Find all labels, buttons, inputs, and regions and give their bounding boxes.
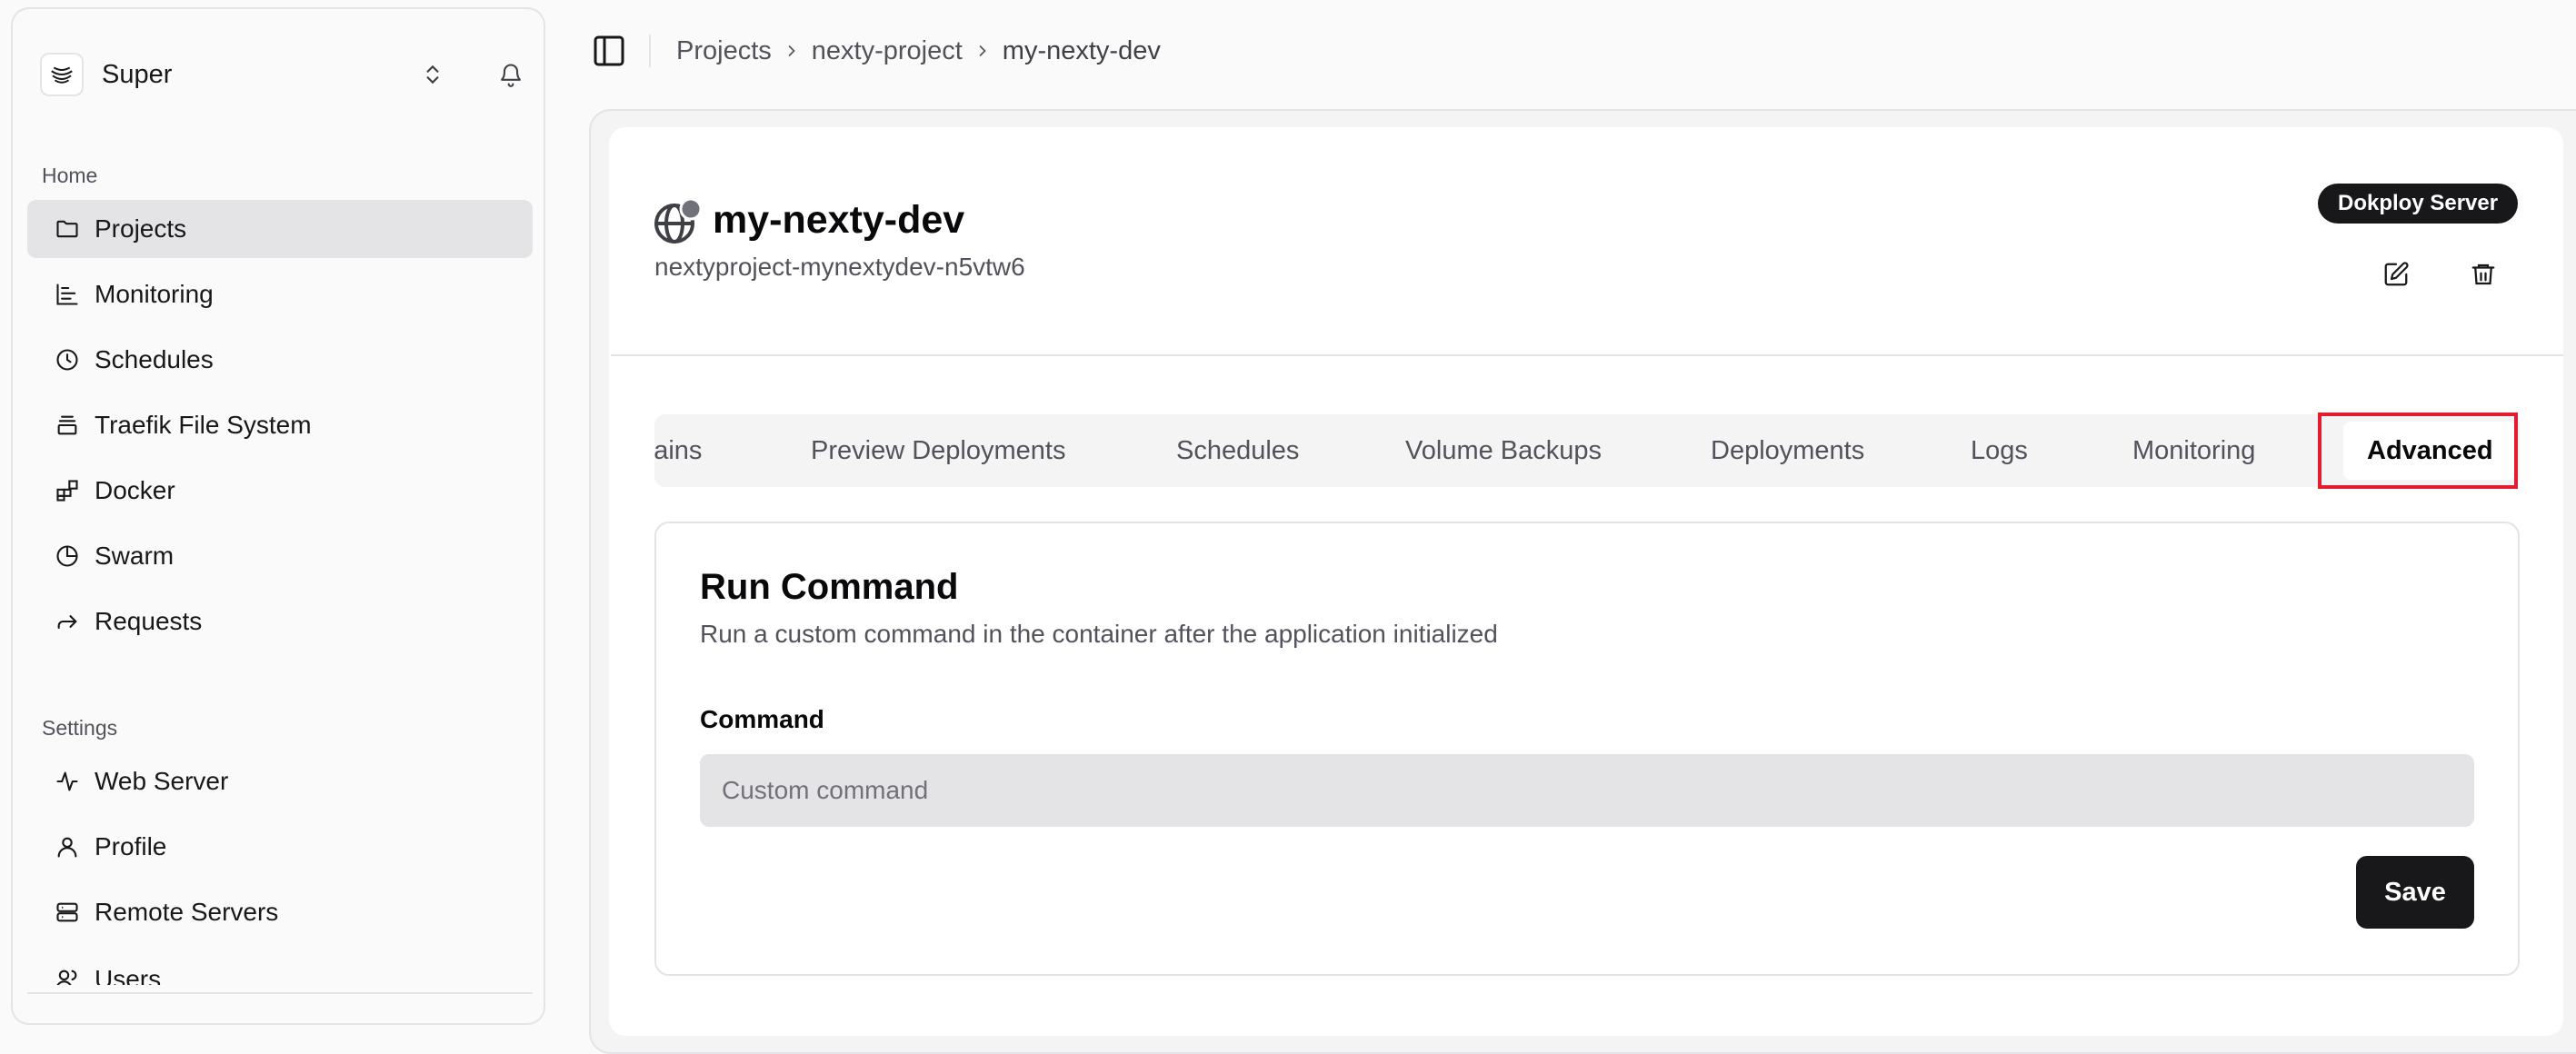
sidebar-group-home: Home [42, 164, 98, 187]
command-input[interactable] [700, 754, 2474, 827]
edit-button[interactable] [2376, 254, 2416, 294]
header-divider [611, 354, 2563, 356]
breadcrumb-current: my-nexty-dev [1002, 35, 1161, 65]
breadcrumb: Projects nexty-project my-nexty-dev [676, 36, 1161, 66]
tab-deployments[interactable]: Deployments [1711, 414, 1864, 487]
pencil-icon [2382, 261, 2410, 288]
forward-arrow-icon [53, 607, 82, 636]
pie-icon [53, 542, 82, 571]
sidebar-item-label: Profile [95, 832, 167, 860]
workspace-logo-icon [40, 53, 84, 96]
users-icon [53, 965, 82, 985]
tab-list: Domains Preview Deployments Schedules Vo… [654, 414, 2520, 487]
sidebar-toggle-icon[interactable] [589, 31, 629, 71]
workspace-name: Super [102, 59, 173, 89]
chart-icon [53, 280, 82, 309]
sidebar-item-label: Traefik File System [95, 411, 312, 439]
app-name-subtitle: nextyproject-mynextydev-n5vtw6 [654, 253, 1025, 281]
run-command-title: Run Command [700, 567, 959, 607]
sidebar-item-label: Monitoring [95, 280, 214, 308]
tab-monitoring[interactable]: Monitoring [2132, 414, 2255, 487]
sidebar-item-web-server[interactable]: Web Server [27, 752, 533, 810]
page-title: my-nexty-dev [713, 198, 965, 242]
globe-icon [653, 196, 704, 247]
sidebar-item-schedules[interactable]: Schedules [27, 331, 533, 389]
breadcrumb-projects[interactable]: Projects [676, 36, 772, 66]
activity-icon [53, 767, 82, 796]
sidebar-item-label: Users [95, 965, 162, 985]
bell-icon[interactable] [494, 58, 527, 91]
topbar-divider [649, 35, 651, 67]
delete-button[interactable] [2463, 254, 2503, 294]
sidebar-item-profile[interactable]: Profile [27, 818, 533, 876]
chevrons-up-down-icon[interactable] [416, 58, 449, 91]
clock-icon [53, 345, 82, 374]
save-button[interactable]: Save [2356, 856, 2474, 929]
tab-domains[interactable]: Domains [654, 414, 702, 487]
chevron-right-icon [772, 42, 812, 60]
sidebar-footer-divider [27, 992, 533, 994]
sidebar-item-label: Web Server [95, 767, 229, 795]
tab-logs[interactable]: Logs [1971, 414, 2028, 487]
sidebar-item-label: Requests [95, 607, 203, 635]
breadcrumb-project[interactable]: nexty-project [812, 36, 963, 66]
server-icon [53, 898, 82, 927]
sidebar-group-settings: Settings [42, 716, 118, 740]
sidebar-item-label: Projects [95, 214, 187, 243]
sidebar-item-docker[interactable]: Docker [27, 462, 533, 520]
run-command-description: Run a custom command in the container af… [700, 620, 1498, 648]
user-icon [53, 832, 82, 861]
workspace-switcher[interactable]: Super [40, 45, 522, 104]
sidebar-item-label: Swarm [95, 542, 175, 570]
sidebar-item-swarm[interactable]: Swarm [27, 527, 533, 585]
sidebar-item-remote-servers[interactable]: Remote Servers [27, 883, 533, 941]
tab-preview-deployments[interactable]: Preview Deployments [811, 414, 1065, 487]
sidebar-item-users[interactable]: Users [27, 949, 533, 985]
blocks-icon [53, 476, 82, 505]
sidebar: Super Home Projects Monitoring Schedules… [11, 7, 545, 1025]
tab-schedules[interactable]: Schedules [1176, 414, 1299, 487]
sidebar-item-label: Docker [95, 476, 175, 504]
server-badge: Dokploy Server [2318, 184, 2519, 224]
sidebar-item-requests[interactable]: Requests [27, 592, 533, 651]
trash-icon [2470, 261, 2497, 288]
tab-volume-backups[interactable]: Volume Backups [1405, 414, 1602, 487]
sidebar-item-traefik-file-system[interactable]: Traefik File System [27, 396, 533, 454]
top-bar: Projects nexty-project my-nexty-dev [589, 27, 1161, 75]
sidebar-item-label: Remote Servers [95, 898, 279, 926]
sidebar-item-projects[interactable]: Projects [27, 200, 533, 258]
chevron-right-icon [963, 42, 1003, 60]
sidebar-item-label: Schedules [95, 345, 214, 373]
command-label: Command [700, 705, 824, 733]
sidebar-item-monitoring[interactable]: Monitoring [27, 265, 533, 323]
layers-icon [53, 411, 82, 440]
active-tab-highlight [2318, 413, 2518, 489]
folder-icon [53, 214, 82, 244]
